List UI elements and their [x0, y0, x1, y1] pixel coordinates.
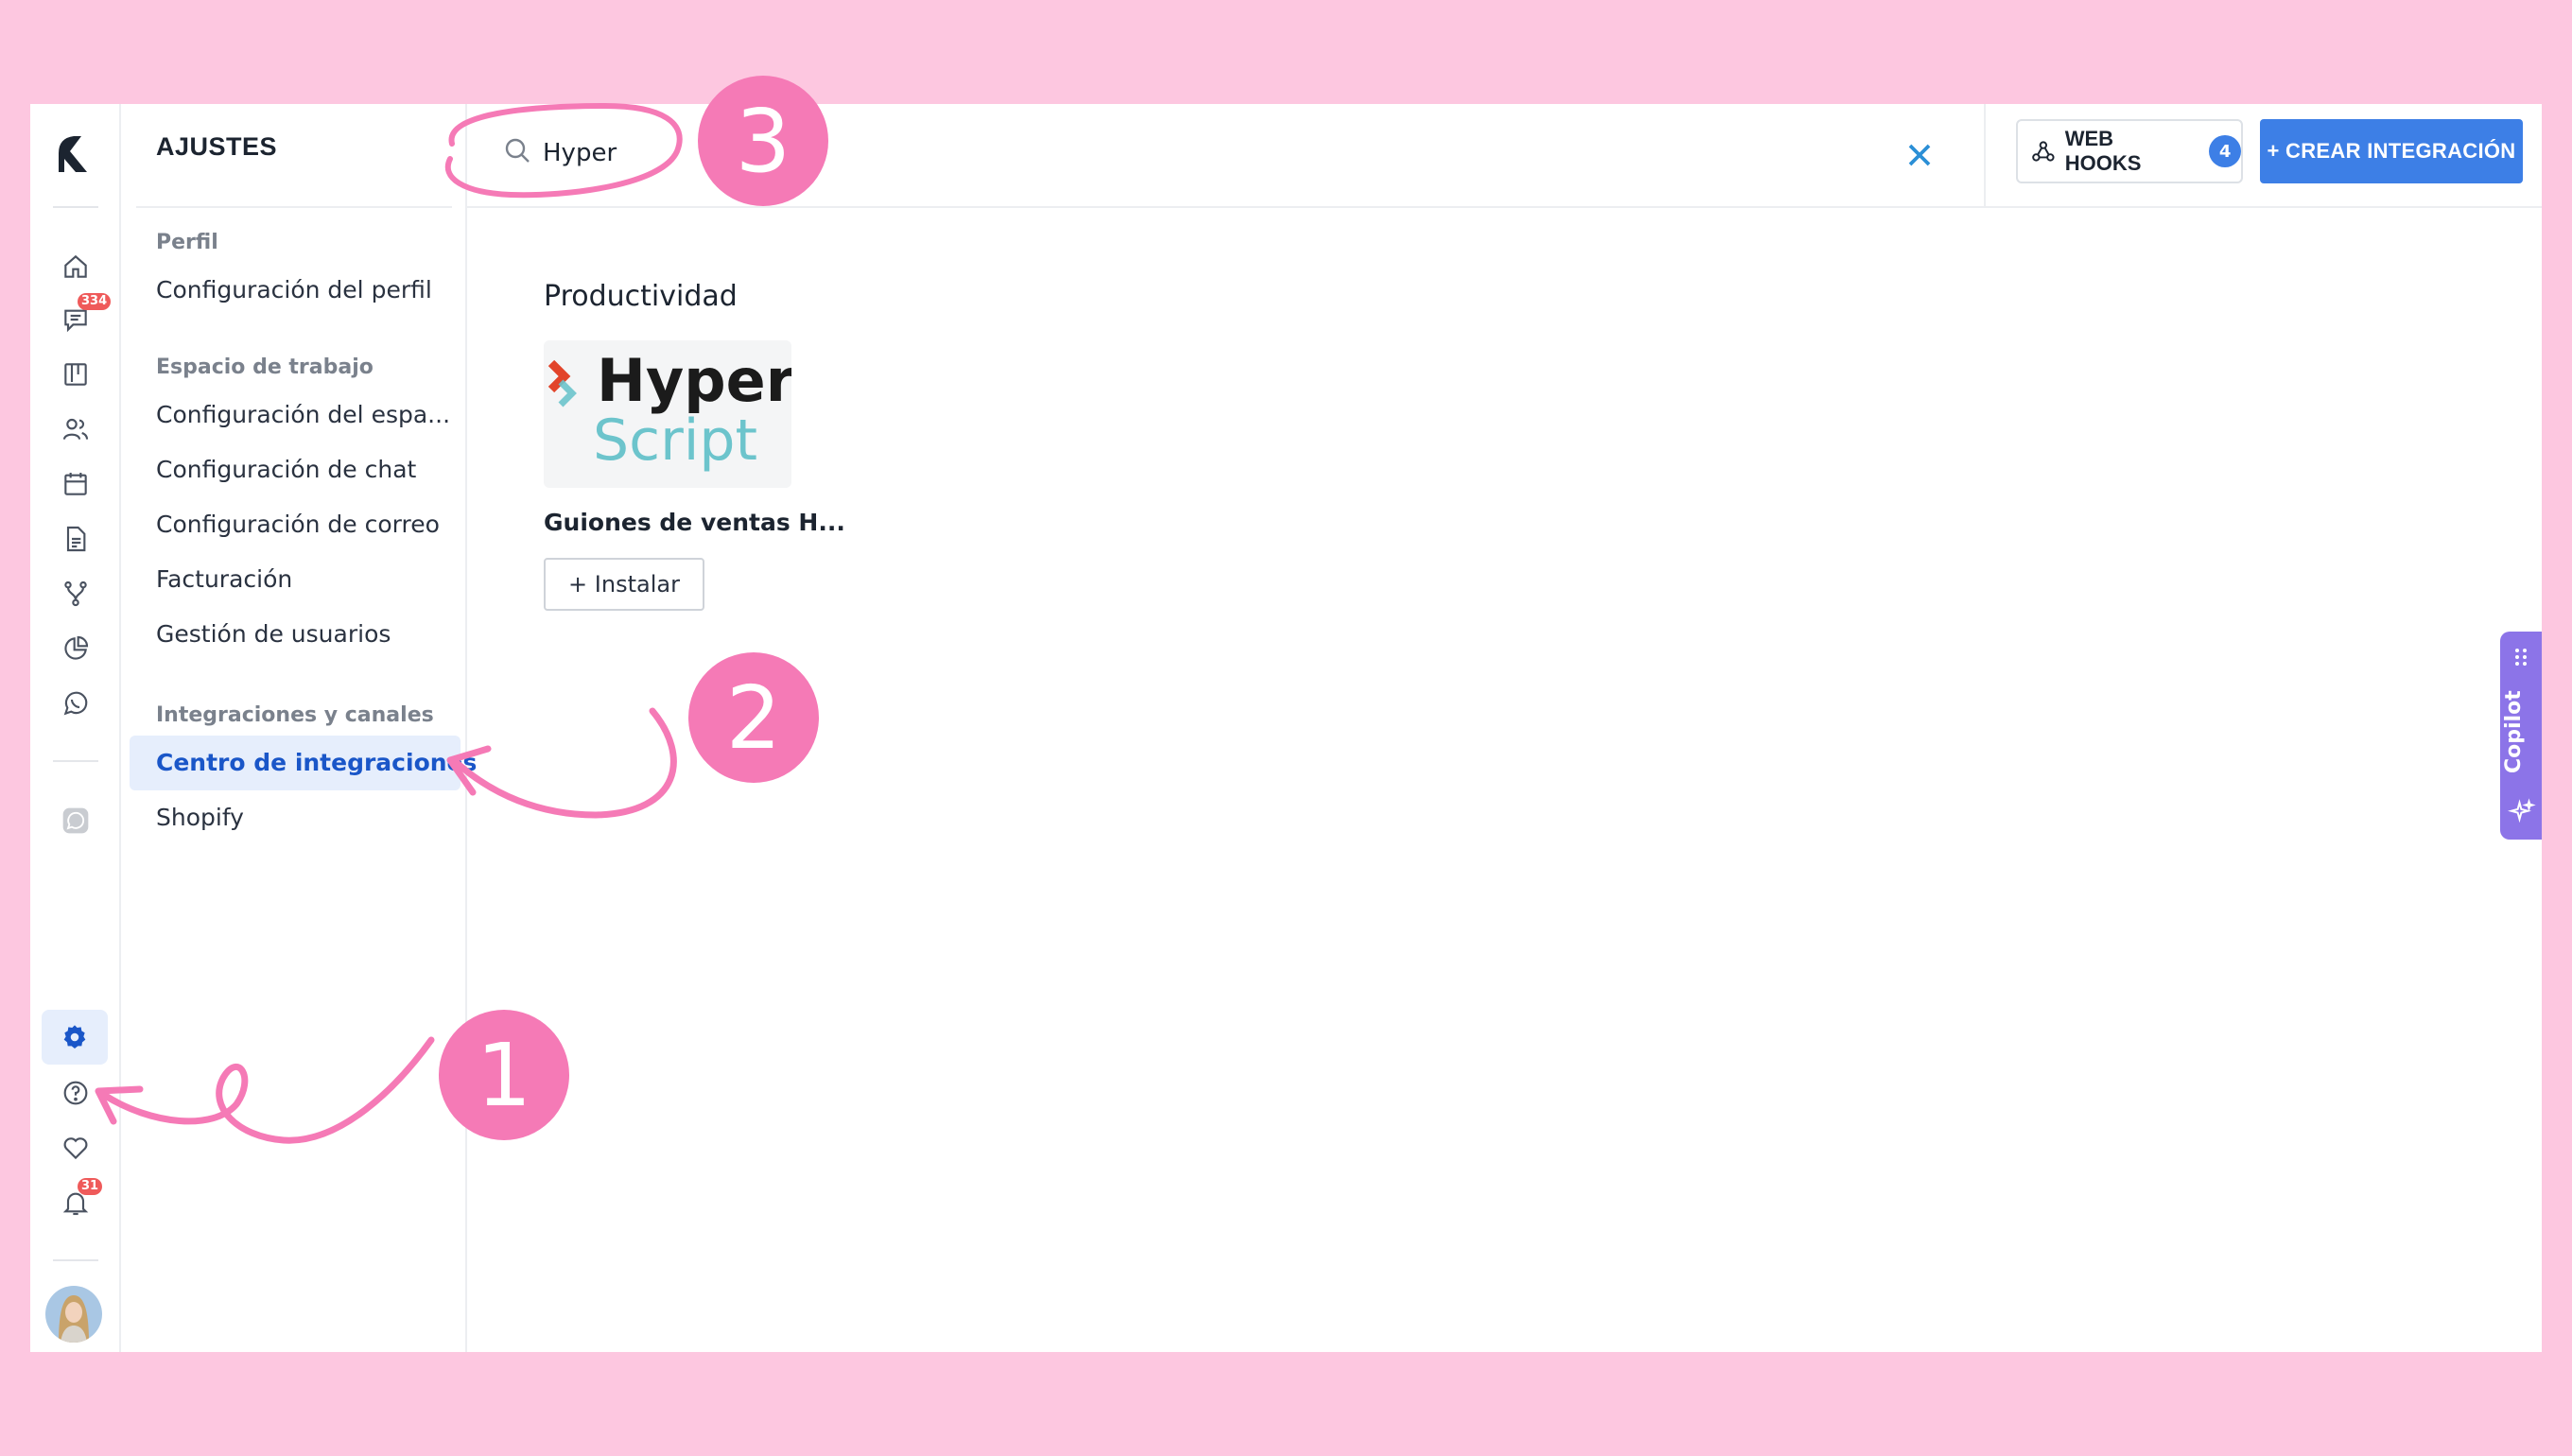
- logo-text-hyper: Hyper: [597, 346, 791, 415]
- help-icon[interactable]: [55, 1072, 96, 1114]
- settings-item-chat-config[interactable]: Configuración de chat: [156, 456, 416, 483]
- icon-rail: 334 31: [30, 104, 121, 1352]
- rail-divider: [53, 206, 98, 208]
- section-label-workspace: Espacio de trabajo: [156, 355, 374, 379]
- reports-icon[interactable]: [55, 628, 96, 669]
- avatar[interactable]: [45, 1286, 102, 1343]
- copilot-tab[interactable]: Copilot: [2500, 632, 2542, 840]
- heart-icon[interactable]: [55, 1127, 96, 1169]
- settings-item-user-management[interactable]: Gestión de usuarios: [156, 620, 391, 648]
- drag-handle-icon[interactable]: [2513, 647, 2529, 667]
- sparkle-icon: [2508, 798, 2536, 823]
- section-label-integrations: Integraciones y canales: [156, 703, 434, 727]
- home-icon[interactable]: [55, 246, 96, 287]
- settings-divider: [136, 206, 452, 208]
- settings-item-billing[interactable]: Facturación: [156, 565, 292, 593]
- step-2-marker: 2: [688, 652, 819, 783]
- notifications-badge: 31: [78, 1178, 103, 1195]
- webhooks-count-badge: 4: [2209, 135, 2241, 167]
- webhooks-icon: [2032, 141, 2055, 162]
- logo-text-script: Script: [593, 407, 757, 474]
- app-window: 334 31 AJUSTES Perfil Configuración del …: [30, 104, 2542, 1352]
- step-3-marker: 3: [698, 76, 828, 206]
- board-icon[interactable]: [55, 354, 96, 395]
- integration-card-title: Guiones de ventas H...: [544, 509, 845, 536]
- install-button[interactable]: + Instalar: [544, 558, 704, 611]
- copilot-label: Copilot: [2502, 690, 2526, 773]
- workflow-icon[interactable]: [55, 573, 96, 615]
- topbar-divider: [1984, 104, 1986, 208]
- chat-icon[interactable]: 334: [55, 293, 112, 340]
- category-title: Productividad: [544, 280, 738, 313]
- webhooks-button[interactable]: WEB HOOKS 4: [2016, 119, 2243, 183]
- settings-item-shopify[interactable]: Shopify: [156, 804, 244, 831]
- settings-panel: AJUSTES Perfil Configuración del perfil …: [121, 104, 477, 1352]
- search-icon: [503, 136, 533, 166]
- settings-icon[interactable]: [42, 1010, 108, 1065]
- calendar-icon[interactable]: [55, 463, 96, 505]
- section-label-perfil: Perfil: [156, 231, 218, 254]
- app-logo[interactable]: [53, 130, 98, 176]
- settings-item-workspace-config[interactable]: Configuración del espa...: [156, 401, 450, 428]
- settings-item-profile[interactable]: Configuración del perfil: [156, 276, 432, 303]
- rail-divider: [53, 760, 98, 762]
- settings-item-email-config[interactable]: Configuración de correo: [156, 511, 440, 538]
- settings-title: AJUSTES: [156, 132, 278, 161]
- clear-search-button[interactable]: [1899, 134, 1940, 176]
- whatsapp-icon[interactable]: [55, 683, 96, 724]
- step-1-marker: 1: [439, 1010, 569, 1140]
- rail-divider: [53, 1259, 98, 1261]
- document-icon[interactable]: [55, 518, 96, 560]
- whatsapp-channel-icon[interactable]: [55, 800, 96, 841]
- webhooks-label: WEB HOOKS: [2064, 127, 2142, 175]
- create-integration-button[interactable]: + CREAR INTEGRACIÓN: [2260, 119, 2523, 183]
- bell-icon[interactable]: 31: [55, 1178, 103, 1223]
- chat-badge: 334: [78, 293, 112, 310]
- search-input[interactable]: [543, 130, 1205, 176]
- hyperscript-logo[interactable]: Hyper Script: [544, 340, 791, 488]
- contacts-icon[interactable]: [55, 408, 96, 450]
- settings-item-integrations-center[interactable]: Centro de integraciones: [130, 736, 477, 790]
